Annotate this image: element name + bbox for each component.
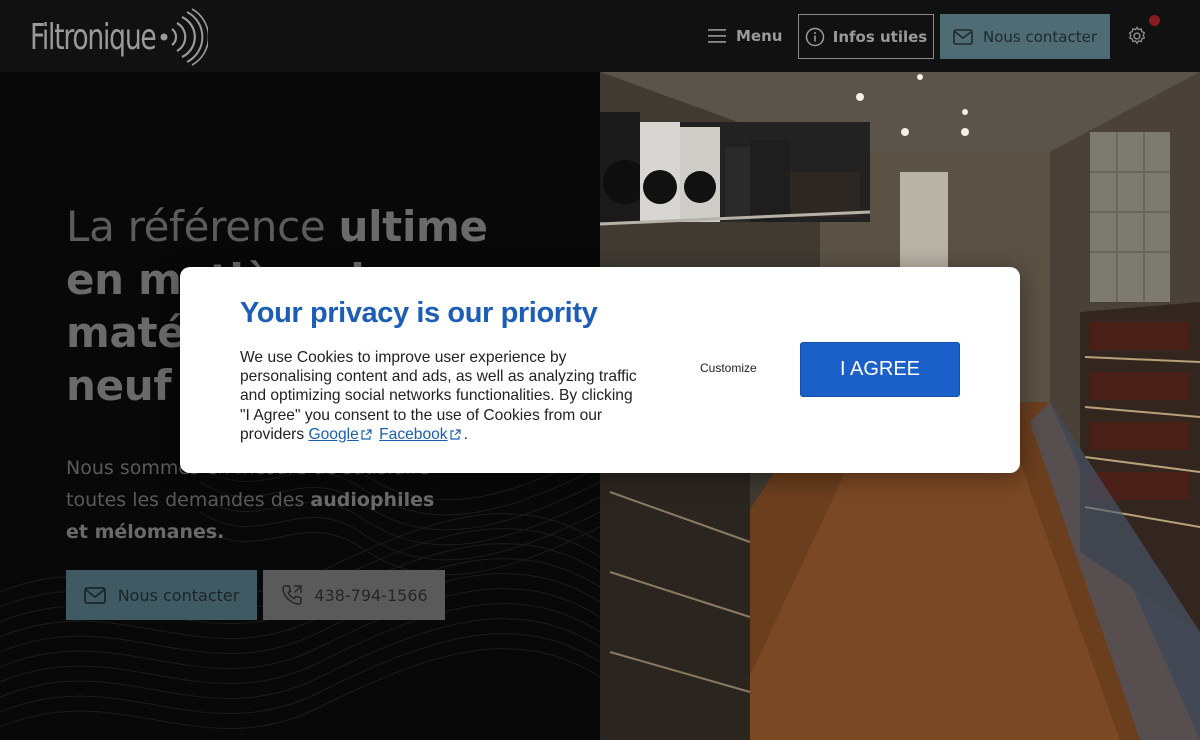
hero-contact-label: Nous contacter — [117, 585, 240, 605]
site-header: Filtronique Menu Infos utiles Nous conta… — [0, 0, 1200, 72]
modal-title: Your privacy is our priority — [240, 297, 598, 329]
hero-phone-label: 438-794-1566 — [314, 585, 428, 605]
facebook-link[interactable]: Facebook — [379, 426, 447, 443]
subtitle-bold: et mélomanes. — [66, 521, 225, 543]
subtitle-bold: audiophiles — [310, 489, 435, 511]
headline-bold: ultime — [338, 202, 488, 251]
modal-body-period: . — [463, 425, 468, 443]
phone-icon — [282, 585, 303, 605]
headline-bold: neuf — [66, 361, 172, 410]
headline-part: La référence — [66, 202, 339, 251]
google-link[interactable]: Google — [308, 426, 358, 443]
logo-text: Filtronique — [30, 16, 157, 58]
info-icon — [805, 27, 824, 46]
info-button[interactable]: Infos utiles — [798, 14, 934, 59]
logo[interactable]: Filtronique — [30, 8, 208, 66]
logo-waves-icon — [160, 8, 208, 66]
menu-label: Menu — [736, 27, 783, 45]
mail-icon — [83, 586, 106, 604]
external-link-icon — [361, 429, 372, 440]
hero-phone-button[interactable]: 438-794-1566 — [263, 570, 445, 620]
header-contact-label: Nous contacter — [982, 27, 1098, 46]
modal-body: We use Cookies to improve user experienc… — [240, 348, 640, 444]
customize-button[interactable]: Customize — [700, 361, 757, 375]
gear-icon[interactable] — [1126, 25, 1148, 47]
header-contact-button[interactable]: Nous contacter — [940, 14, 1110, 59]
notification-dot — [1149, 15, 1160, 26]
cookie-consent-modal: Your privacy is our priority We use Cook… — [180, 267, 1020, 473]
info-label: Infos utiles — [832, 27, 928, 46]
external-link-icon — [450, 429, 461, 440]
mail-icon — [953, 28, 973, 45]
hamburger-icon — [708, 29, 726, 43]
hero-contact-button[interactable]: Nous contacter — [66, 570, 257, 620]
agree-button[interactable]: I AGREE — [800, 342, 960, 397]
menu-button[interactable]: Menu — [700, 14, 790, 58]
